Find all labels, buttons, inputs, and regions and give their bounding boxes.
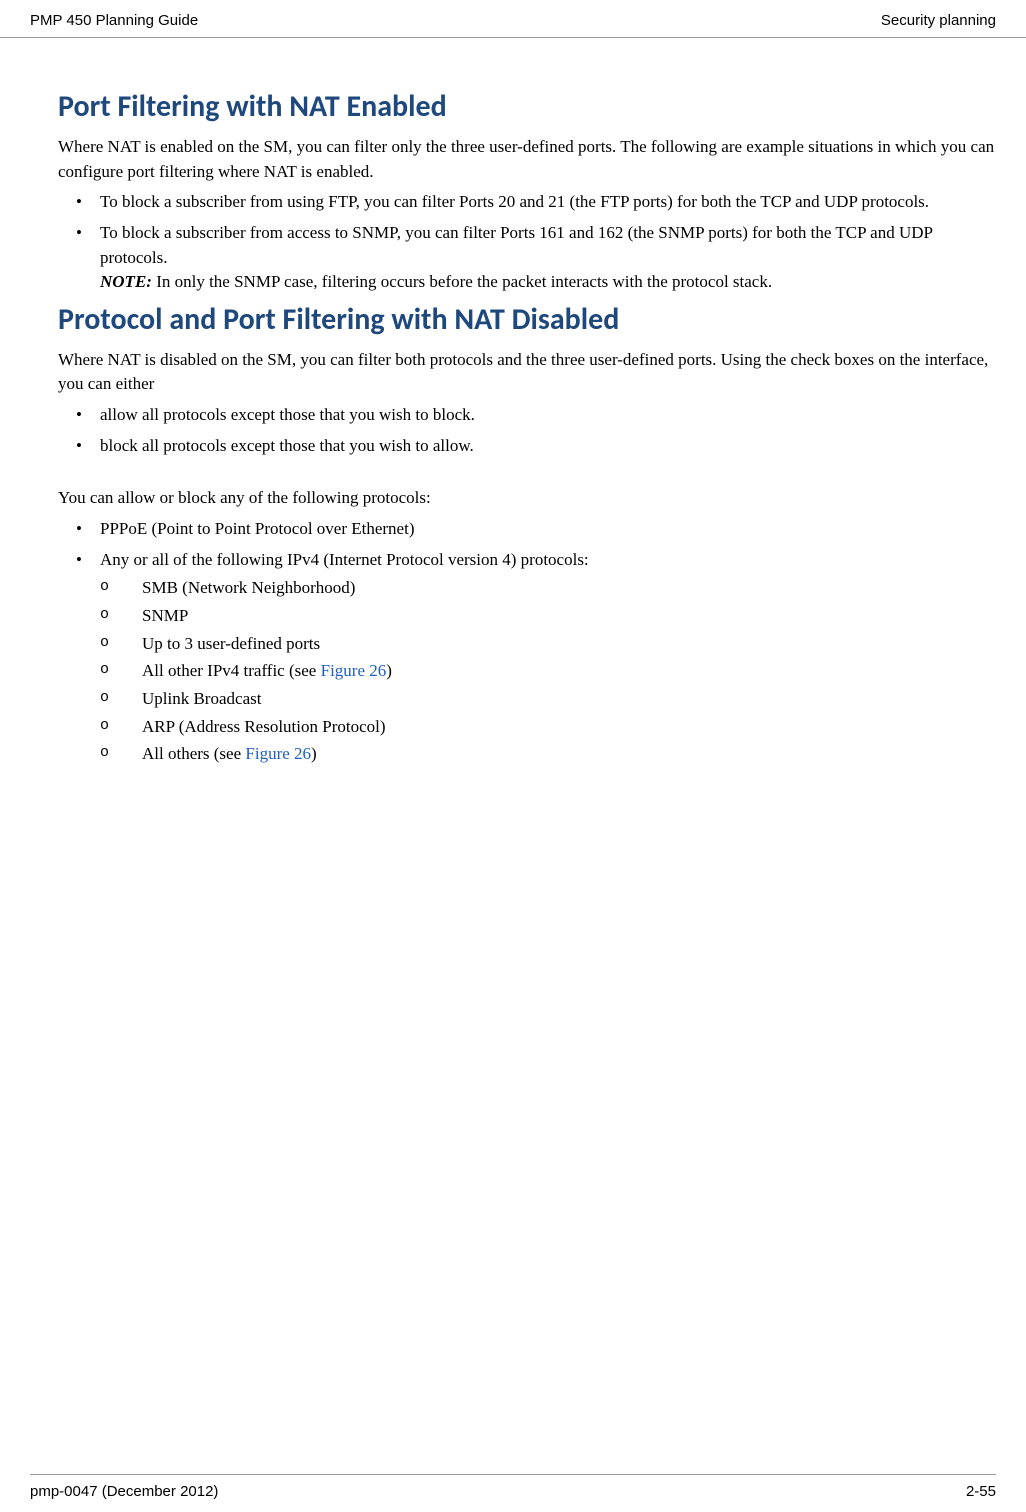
header-left: PMP 450 Planning Guide: [30, 12, 198, 29]
footer-right: 2-55: [966, 1483, 996, 1500]
sub-uplink: Uplink Broadcast: [100, 687, 996, 712]
note-text: In only the SNMP case, filtering occurs …: [152, 272, 772, 291]
sub-arp: ARP (Address Resolution Protocol): [100, 715, 996, 740]
sub4-post: ): [386, 661, 392, 680]
main-content: Port Filtering with NAT Enabled Where NA…: [0, 38, 1026, 767]
footer-left: pmp-0047 (December 2012): [30, 1483, 218, 1500]
note-label: NOTE:: [100, 272, 152, 291]
sub7-post: ): [311, 744, 317, 763]
proto-pppoe: PPPoE (Point to Point Protocol over Ethe…: [58, 517, 996, 542]
section1-intro: Where NAT is enabled on the SM, you can …: [58, 135, 996, 184]
section2-protocols: PPPoE (Point to Point Protocol over Ethe…: [58, 517, 996, 767]
section1-bullet2-text: To block a subscriber from access to SNM…: [100, 223, 932, 267]
section2-title: Protocol and Port Filtering with NAT Dis…: [58, 301, 996, 338]
header-right: Security planning: [881, 12, 996, 29]
sub7-pre: All others (see: [142, 744, 245, 763]
proto-ipv4: Any or all of the following IPv4 (Intern…: [58, 548, 996, 767]
ipv4-sublist: SMB (Network Neighborhood) SNMP Up to 3 …: [100, 576, 996, 766]
section2-bullets-either: allow all protocols except those that yo…: [58, 403, 996, 458]
sub-smb: SMB (Network Neighborhood): [100, 576, 996, 601]
page-footer: pmp-0047 (December 2012) 2-55: [30, 1474, 996, 1500]
section1-bullet2: To block a subscriber from access to SNM…: [58, 221, 996, 295]
section1-title: Port Filtering with NAT Enabled: [58, 88, 996, 125]
sub-snmp: SNMP: [100, 604, 996, 629]
section2-intro: Where NAT is disabled on the SM, you can…: [58, 348, 996, 397]
sub-all-others: All others (see Figure 26): [100, 742, 996, 767]
page-header: PMP 450 Planning Guide Security planning: [0, 0, 1026, 38]
section1-bullets: To block a subscriber from using FTP, yo…: [58, 190, 996, 295]
section2-followup: You can allow or block any of the follow…: [58, 486, 996, 511]
section2-bullet2: block all protocols except those that yo…: [58, 434, 996, 459]
section2-bullet1: allow all protocols except those that yo…: [58, 403, 996, 428]
sub4-pre: All other IPv4 traffic (see: [142, 661, 321, 680]
sub-userports: Up to 3 user-defined ports: [100, 632, 996, 657]
section1-bullet1: To block a subscriber from using FTP, yo…: [58, 190, 996, 215]
sub-other-ipv4: All other IPv4 traffic (see Figure 26): [100, 659, 996, 684]
figure-26-link-1[interactable]: Figure 26: [321, 661, 387, 680]
proto-ipv4-text: Any or all of the following IPv4 (Intern…: [100, 550, 589, 569]
figure-26-link-2[interactable]: Figure 26: [245, 744, 311, 763]
